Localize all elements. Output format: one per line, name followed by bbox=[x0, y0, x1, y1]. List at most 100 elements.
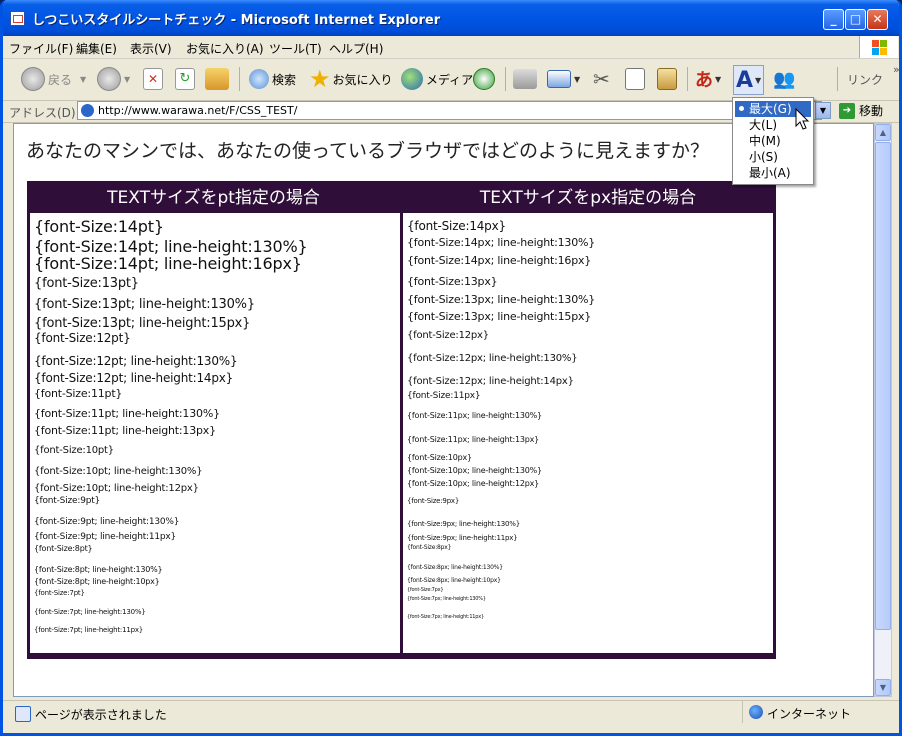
px-sample-line: {font-Size:10px; line-height:130%} bbox=[407, 466, 542, 475]
px-column-header: TEXTサイズをpx指定の場合 bbox=[479, 188, 697, 208]
px-sample-line: {font-Size:12px; line-height:14px} bbox=[407, 376, 574, 387]
refresh-icon: ↻ bbox=[175, 68, 195, 90]
paste-button[interactable] bbox=[657, 65, 680, 93]
menu-favorites[interactable]: お気に入り(A) bbox=[186, 40, 264, 57]
toolbar-separator bbox=[837, 67, 838, 91]
home-button[interactable] bbox=[205, 65, 232, 93]
px-sample-line: {font-Size:9px; line-height:11px} bbox=[407, 534, 518, 542]
zone-text: インターネット bbox=[767, 707, 852, 721]
mail-icon bbox=[513, 69, 537, 89]
maximize-button[interactable]: □ bbox=[845, 9, 866, 30]
pt-sample-line: {font-Size:14pt; line-height:16px} bbox=[34, 254, 302, 273]
messenger-icon: 👥 bbox=[773, 68, 796, 90]
cut-button[interactable]: ✂ bbox=[593, 65, 610, 93]
back-arrow-icon bbox=[21, 67, 45, 91]
px-sample-line: {font-Size:9px} bbox=[407, 497, 460, 505]
scroll-down-button[interactable]: ▼ bbox=[875, 679, 891, 696]
px-sample-line: {font-Size:13px; line-height:15px} bbox=[407, 310, 592, 323]
security-zone: インターネット bbox=[742, 701, 873, 723]
address-url: http://www.warawa.net/F/CSS_TEST/ bbox=[98, 104, 298, 117]
menu-bar: ファイル(F) 編集(E) 表示(V) お気に入り(A) ツール(T) ヘルプ(… bbox=[3, 36, 899, 59]
page-question: あなたのマシンでは、あなたの使っているブラウザではどのように見えますか？ bbox=[26, 140, 710, 162]
px-sample-line: {font-Size:10px} bbox=[407, 453, 472, 462]
px-sample-line: {font-Size:14px; line-height:130%} bbox=[407, 236, 596, 249]
px-column: {font-Size:14px} {font-Size:14px; line-he… bbox=[403, 213, 773, 653]
refresh-button[interactable]: ↻ bbox=[175, 65, 198, 93]
forward-button[interactable]: ▼ bbox=[97, 65, 130, 93]
window-title: しつこいスタイルシートチェック - Microsoft Internet Exp… bbox=[32, 13, 441, 28]
pt-sample-line: {font-Size:12pt; line-height:130%} bbox=[34, 354, 238, 368]
px-sample-line: {font-Size:7px; line-height:130%} bbox=[407, 596, 486, 602]
print-button[interactable]: ▼ bbox=[547, 65, 580, 93]
toolbar-separator bbox=[687, 67, 688, 91]
mail-button[interactable] bbox=[513, 65, 540, 93]
pt-sample-line: {font-Size:12pt; line-height:14px} bbox=[34, 371, 234, 385]
menu-help[interactable]: ヘルプ(H) bbox=[329, 40, 383, 57]
pt-column-header: TEXTサイズをpt指定の場合 bbox=[107, 188, 320, 208]
menu-tools[interactable]: ツール(T) bbox=[269, 40, 322, 57]
media-button[interactable]: メディア bbox=[401, 65, 473, 93]
favorites-button[interactable]: ★ お気に入り bbox=[309, 65, 393, 93]
pt-sample-line: {font-Size:13pt; line-height:130%} bbox=[34, 297, 255, 312]
mouse-cursor-icon bbox=[795, 108, 810, 130]
px-sample-line: {font-Size:13px} bbox=[407, 275, 498, 288]
px-sample-line: {font-Size:9px; line-height:130%} bbox=[407, 520, 520, 528]
pt-sample-line: {font-Size:10pt; line-height:12px} bbox=[34, 483, 199, 494]
minimize-button[interactable]: _ bbox=[823, 9, 844, 30]
px-sample-line: {font-Size:12px; line-height:130%} bbox=[407, 353, 578, 364]
stop-icon: ✕ bbox=[143, 68, 163, 90]
encoding-button[interactable]: あ ▼ bbox=[695, 65, 721, 93]
text-size-smallest[interactable]: 最小(A) bbox=[735, 165, 811, 181]
px-sample-line: {font-Size:10px; line-height:12px} bbox=[407, 479, 540, 488]
pt-sample-line: {font-Size:13pt} bbox=[34, 276, 139, 291]
text-size-button[interactable]: A ▼ bbox=[733, 65, 765, 95]
scroll-thumb[interactable] bbox=[875, 142, 891, 630]
px-sample-line: {font-Size:12px} bbox=[407, 330, 489, 341]
globe-icon bbox=[749, 705, 763, 719]
standard-toolbar: 戻る ▼ ▼ ✕ ↻ 検索 ★ お気に入り メディア ▼ ✂ あ ▼ A ▼ 👥… bbox=[3, 59, 899, 101]
status-text: ページが表示されました bbox=[35, 708, 167, 722]
history-icon bbox=[473, 68, 495, 90]
back-button[interactable]: 戻る ▼ bbox=[21, 65, 86, 93]
favorites-star-icon: ★ bbox=[309, 65, 331, 93]
scroll-up-button[interactable]: ▲ bbox=[875, 124, 891, 141]
pt-column: {font-Size:14pt} {font-Size:14pt; line-he… bbox=[30, 213, 400, 653]
pt-sample-line: {font-Size:7pt; line-height:130%} bbox=[34, 608, 146, 616]
history-button[interactable] bbox=[473, 65, 498, 93]
pt-sample-line: {font-Size:8pt; line-height:10px} bbox=[34, 577, 160, 586]
stop-button[interactable]: ✕ bbox=[143, 65, 166, 93]
links-button[interactable]: リンク » bbox=[847, 63, 899, 93]
px-sample-line: {font-Size:8px} bbox=[407, 544, 452, 551]
pt-sample-line: {font-Size:14pt} bbox=[34, 217, 164, 236]
menu-edit[interactable]: 編集(E) bbox=[76, 40, 117, 57]
pt-sample-line: {font-Size:9pt; line-height:11px} bbox=[34, 532, 177, 542]
close-button[interactable]: ✕ bbox=[867, 9, 888, 30]
print-icon bbox=[547, 70, 571, 88]
page-done-icon bbox=[15, 706, 31, 722]
address-input[interactable]: http://www.warawa.net/F/CSS_TEST/ bbox=[77, 101, 822, 120]
toolbar-separator bbox=[505, 67, 506, 91]
search-button[interactable]: 検索 bbox=[249, 65, 296, 93]
text-size-medium[interactable]: 中(M) bbox=[735, 133, 811, 149]
go-arrow-icon: ➔ bbox=[839, 102, 855, 119]
messenger-button[interactable]: 👥 bbox=[773, 65, 795, 93]
px-sample-line: {font-Size:14px; line-height:16px} bbox=[407, 254, 592, 267]
menu-view[interactable]: 表示(V) bbox=[130, 40, 172, 57]
menu-file[interactable]: ファイル(F) bbox=[9, 40, 73, 57]
text-size-smaller[interactable]: 小(S) bbox=[735, 149, 811, 165]
px-sample-line: {font-Size:14px} bbox=[407, 219, 506, 233]
status-bar: ページが表示されました インターネット bbox=[3, 700, 899, 733]
selected-dot-icon bbox=[739, 106, 744, 111]
toolbar-separator bbox=[239, 67, 240, 91]
copy-button[interactable] bbox=[625, 65, 648, 93]
pt-sample-line: {font-Size:10pt} bbox=[34, 445, 114, 456]
go-button[interactable]: ➔ 移動 bbox=[839, 102, 883, 119]
address-dropdown-button[interactable]: ▼ bbox=[815, 102, 831, 119]
media-icon bbox=[401, 68, 423, 90]
title-bar[interactable]: しつこいスタイルシートチェック - Microsoft Internet Exp… bbox=[3, 0, 899, 36]
vertical-scrollbar[interactable]: ▲ ▼ bbox=[874, 123, 892, 697]
paste-icon bbox=[657, 68, 677, 90]
px-sample-line: {font-Size:11px} bbox=[407, 391, 481, 401]
px-sample-line: {font-Size:7px} bbox=[407, 587, 444, 593]
font-size-table: TEXTサイズをpt指定の場合 TEXTサイズをpx指定の場合 {font-Si… bbox=[27, 181, 776, 659]
